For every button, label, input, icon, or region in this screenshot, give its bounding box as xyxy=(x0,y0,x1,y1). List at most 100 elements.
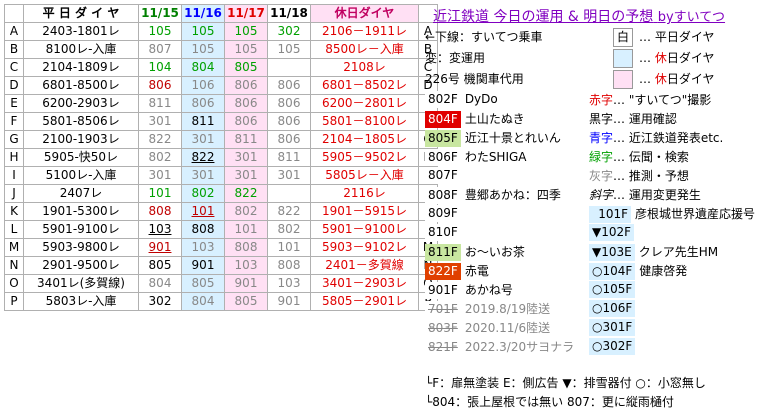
row-letter: G xyxy=(4,130,24,149)
weekday-service: 2100-1903レ xyxy=(23,130,139,149)
unit-day-2: 806 xyxy=(181,94,225,113)
weekday-service: 6801-8500レ xyxy=(23,76,139,95)
weekday-service: 5903-9800レ xyxy=(23,238,139,257)
unit-day-3: 901 xyxy=(224,274,268,293)
row-letter: A xyxy=(4,22,24,41)
unit-day-2: 301 xyxy=(181,130,225,149)
title-text[interactable]: 近江鉄道 今日の運用 & 明日の予想 xyxy=(433,9,653,25)
header-date-2: 11/16 xyxy=(181,4,225,23)
key-weekday: … 平日ダイヤ xyxy=(639,30,715,44)
unit-day-1: 101 xyxy=(138,184,182,203)
row-letter: I xyxy=(4,166,24,185)
unit-day-3: 101 xyxy=(224,220,268,239)
color-legend-key: 青字 xyxy=(589,131,614,145)
unit-day-2: 103 xyxy=(181,238,225,257)
weekday-service: 5905-快50レ xyxy=(23,148,139,167)
right-panel: 近江鉄道 今日の運用 & 明日の予想 byすいてつ ←下線：すいてつ乗車 変：変… xyxy=(423,0,776,415)
swatch-white-label: 白 xyxy=(616,30,629,44)
unit-day-4: 806 xyxy=(267,76,311,95)
color-legend-key: 黒字 xyxy=(589,112,614,126)
header-row: 平 日 ダ イ ヤ 11/15 11/16 11/17 11/18 休日ダイヤ xyxy=(4,4,438,23)
unit-day-3: 105 xyxy=(224,40,268,59)
color-legend-item: 緑字… 伝聞・検索 xyxy=(589,148,689,165)
unit-day-4: 806 xyxy=(267,112,311,131)
table-row: D 6801-8500レ 806 106 806 806 6801－8502レ D xyxy=(4,76,438,95)
row-letter: C xyxy=(4,58,24,77)
unit-day-4: 302 xyxy=(267,22,311,41)
table-row: N2901-9500レ8059011038082401－多賀線N xyxy=(4,256,438,275)
formation-code: 810F xyxy=(425,224,461,241)
color-legend-key: 緑字 xyxy=(589,150,614,164)
unit-day-4: 811 xyxy=(267,148,311,167)
formation-code: 806F xyxy=(425,149,461,166)
unit-day-2: 802 xyxy=(181,184,225,203)
unit-day-3: 822 xyxy=(224,184,268,203)
unit-day-1: 805 xyxy=(138,256,182,275)
train-code: ▼102F xyxy=(589,224,635,241)
train-item: ▼102F xyxy=(589,224,638,241)
unit-day-4: 802 xyxy=(267,220,311,239)
color-legend-text: … "すいてつ"撮影 xyxy=(613,93,712,107)
unit-day-4: 105 xyxy=(267,40,311,59)
unit-day-4: 808 xyxy=(267,256,311,275)
header-date-4: 11/18 xyxy=(267,4,311,23)
formation-code: 804F xyxy=(425,111,461,128)
unit-day-1: 804 xyxy=(138,274,182,293)
weekday-service: 2901-9500レ xyxy=(23,256,139,275)
formation-item: 805F 近江十景とれいん xyxy=(425,129,561,147)
unit-day-2: 105 xyxy=(181,40,225,59)
swatch-white: 白 xyxy=(613,28,633,47)
color-legend-item: 青字… 近江鉄道発表etc. xyxy=(589,129,723,146)
formation-name: 2019.8/19陸送 xyxy=(464,302,551,316)
unit-day-4: 901 xyxy=(267,292,311,311)
row-letter: P xyxy=(4,292,24,311)
key-holiday-2-text: 休 xyxy=(654,72,667,86)
formation-item: 808F 豊郷あかね：四季 xyxy=(425,186,561,204)
train-name: 彦根城世界遺産応援号 xyxy=(635,207,756,221)
header-holiday: 休日ダイヤ xyxy=(310,4,419,23)
weekday-service: 2407レ xyxy=(23,184,139,203)
train-code: ○106F xyxy=(589,300,636,317)
formation-item: 806F わたSHIGA xyxy=(425,148,527,166)
unit-day-1: 808 xyxy=(138,202,182,221)
formation-item: 701F 2019.8/19陸送 xyxy=(425,300,550,318)
unit-day-1: 103 xyxy=(138,220,182,239)
unit-day-3: 301 xyxy=(224,166,268,185)
unit-day-2: 822 xyxy=(181,148,225,167)
unit-day-3: 301 xyxy=(224,148,268,167)
train-item: ▼103E クレア先生HM xyxy=(589,243,718,261)
train-name: 健康啓発 xyxy=(639,264,688,278)
table-row: K1901-5300レ8081018028221901－5915レK xyxy=(4,202,438,221)
key-holiday-1-text: 休 xyxy=(654,51,667,65)
formation-code: 805F xyxy=(425,130,461,147)
train-code: 101F xyxy=(589,206,631,223)
unit-day-3: 802 xyxy=(224,202,268,221)
holiday-service: 2116レ xyxy=(310,184,419,203)
unit-day-3: 805 xyxy=(224,292,268,311)
color-legend-key: 灰字 xyxy=(589,169,614,183)
table-row: H5905-快50レ8028223018115905－9502レH xyxy=(4,148,438,167)
operations-sheet: 平 日 ダ イ ヤ 11/15 11/16 11/17 11/18 休日ダイヤ … xyxy=(0,0,776,415)
color-legend-text: … 伝聞・検索 xyxy=(613,150,689,164)
table-row: M5903-9800レ9011038081015903－9102レM xyxy=(4,238,438,257)
unit-day-2: 811 xyxy=(181,112,225,131)
row-letter: D xyxy=(4,76,24,95)
unit-day-4: 101 xyxy=(267,238,311,257)
unit-day-3: 105 xyxy=(224,22,268,41)
formation-code: 802F xyxy=(425,91,461,108)
color-legend-text: … 近江鉄道発表etc. xyxy=(613,131,724,145)
page-title[interactable]: 近江鉄道 今日の運用 & 明日の予想 byすいてつ xyxy=(433,6,725,26)
unit-day-1: 301 xyxy=(138,112,182,131)
train-code: ○302F xyxy=(589,338,636,355)
unit-day-4: 806 xyxy=(267,94,311,113)
title-by[interactable]: byすいてつ xyxy=(658,10,725,25)
footnote-1: └F：扉無塗装 E：側広告 ▼：排雪器付 ○：小窓無し xyxy=(425,376,706,390)
formation-item: 810F xyxy=(425,224,465,241)
formation-name: 土山たぬき xyxy=(464,112,525,126)
weekday-service: 5801-8506レ xyxy=(23,112,139,131)
formation-item: 803F 2020.11/6陸送 xyxy=(425,319,550,337)
color-legend-item: 赤字… "すいてつ"撮影 xyxy=(589,91,711,108)
formation-code: 821F xyxy=(425,339,461,356)
formation-name: お～いお茶 xyxy=(464,245,525,259)
holiday-service: 2108レ xyxy=(310,58,419,77)
